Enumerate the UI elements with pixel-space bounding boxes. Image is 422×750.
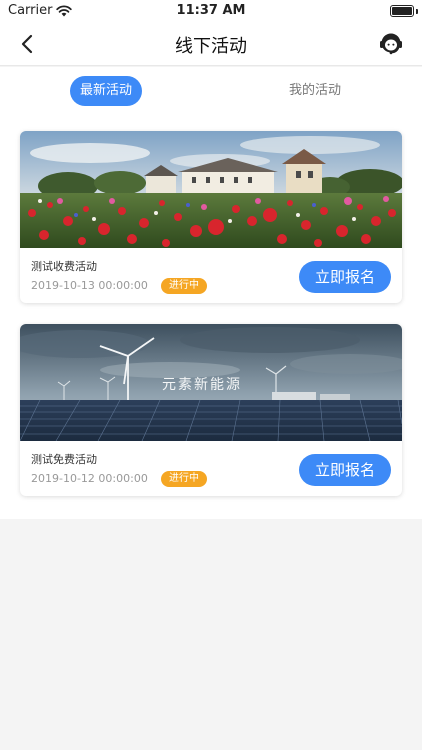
activity-card[interactable]: 测试收费活动 2019-10-13 00:00:00 进行中 立即报名 bbox=[20, 131, 402, 303]
battery-icon bbox=[390, 5, 414, 17]
status-badge: 进行中 bbox=[161, 471, 207, 487]
activity-card[interactable]: 元素新能源 测试免费活动 2019-10-12 00:00:00 进行中 立即报… bbox=[20, 324, 402, 496]
customer-service-icon[interactable] bbox=[376, 29, 406, 59]
status-bar: Carrier 11:37 AM bbox=[0, 0, 422, 22]
tab-my-activities[interactable]: 我的活动 bbox=[279, 76, 351, 106]
image-caption: 元素新能源 bbox=[162, 377, 242, 393]
page-title: 线下活动 bbox=[175, 36, 247, 57]
activity-date: 2019-10-13 00:00:00 bbox=[31, 279, 148, 292]
status-time: 11:37 AM bbox=[176, 3, 246, 18]
battery-tip bbox=[416, 9, 418, 14]
tab-latest-activities[interactable]: 最新活动 bbox=[70, 76, 142, 106]
activity-tabs: 最新活动 我的活动 bbox=[0, 67, 422, 119]
activity-list: 测试收费活动 2019-10-13 00:00:00 进行中 立即报名 元素新能… bbox=[0, 119, 422, 519]
sign-up-button[interactable]: 立即报名 bbox=[299, 261, 391, 293]
status-badge: 进行中 bbox=[161, 278, 207, 294]
nav-bar: 线下活动 bbox=[0, 22, 422, 66]
sign-up-button[interactable]: 立即报名 bbox=[299, 454, 391, 486]
activity-title: 测试收费活动 bbox=[31, 260, 97, 273]
activity-title: 测试免费活动 bbox=[31, 453, 97, 466]
activity-date: 2019-10-12 00:00:00 bbox=[31, 472, 148, 485]
activity-image-flower-field bbox=[20, 131, 402, 248]
